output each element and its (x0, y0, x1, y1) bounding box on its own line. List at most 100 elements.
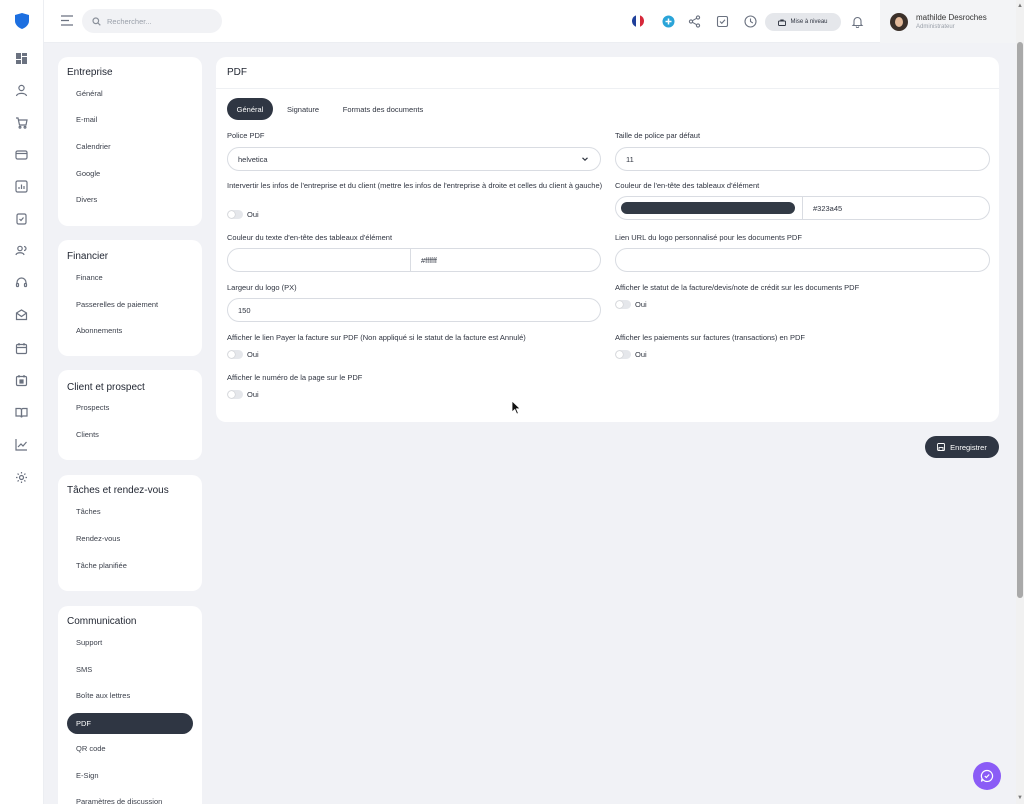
sidebar-item-abonnements[interactable]: Abonnements (67, 320, 193, 341)
sidebar-item-e-sign[interactable]: E-Sign (67, 765, 193, 786)
settings-group-client: Client et prospect Prospects Clients (58, 370, 202, 460)
sidebar-item-boite-aux-lettres[interactable]: Boîte aux lettres (67, 685, 193, 706)
mouse-cursor (511, 400, 521, 415)
sidebar-item-pdf[interactable]: PDF (67, 713, 193, 734)
sidebar-item-clients[interactable]: Clients (67, 424, 193, 445)
briefcase-icon (778, 19, 787, 26)
show-status-label: Afficher le statut de la facture/devis/n… (615, 283, 860, 292)
bell-icon[interactable] (849, 13, 865, 29)
tab-general[interactable]: Général (227, 98, 273, 120)
menu-icon[interactable] (60, 14, 74, 27)
plus-circle-icon[interactable] (660, 13, 676, 29)
chat-button[interactable] (973, 762, 1001, 790)
group-title-communication: Communication (67, 616, 137, 627)
show-payments-toggle-label: Oui (635, 350, 647, 359)
headset-icon[interactable] (14, 275, 29, 290)
logo-icon[interactable] (14, 12, 30, 30)
settings-group-entreprise: Entreprise Général E-mail Calendrier Goo… (58, 57, 202, 226)
table-header-color-label: Couleur de l'en-tête des tableaux d'élém… (615, 181, 760, 190)
show-pay-link-toggle[interactable] (227, 350, 243, 359)
sidebar-item-google[interactable]: Google (67, 163, 193, 184)
cart-icon[interactable] (14, 115, 29, 130)
show-pay-link-toggle-label: Oui (247, 350, 259, 359)
envelope-icon[interactable] (14, 307, 29, 322)
font-size-label: Taille de police par défaut (615, 131, 701, 140)
sidebar-item-divers[interactable]: Divers (67, 189, 193, 210)
users-icon[interactable] (14, 243, 29, 258)
sidebar-item-prospects[interactable]: Prospects (67, 397, 193, 418)
scroll-down-icon[interactable]: ▼ (1016, 794, 1024, 802)
checkbox-icon[interactable] (714, 13, 730, 29)
page-title: PDF (227, 67, 247, 78)
group-title-client: Client et prospect (67, 382, 145, 393)
show-page-number-label: Afficher le numéro de la page sur le PDF (227, 373, 363, 382)
book-icon[interactable] (14, 405, 29, 420)
swap-info-label: Intervertir les infos de l'entreprise et… (227, 181, 603, 190)
card-header: PDF (216, 57, 999, 89)
user-role: Administrateur (916, 24, 955, 30)
color-swatch[interactable] (621, 202, 795, 214)
top-bar: Mise à niveau mathilde Desroches Adminis… (44, 0, 1016, 43)
search-bar (82, 9, 222, 33)
group-title-entreprise: Entreprise (67, 67, 113, 78)
tab-formats-documents[interactable]: Formats des documents (334, 98, 432, 120)
logo-width-label: Largeur du logo (PX) (227, 283, 297, 292)
chart-icon[interactable] (14, 179, 29, 194)
show-payments-toggle[interactable] (615, 350, 631, 359)
show-payments-label: Afficher les paiements sur factures (tra… (615, 333, 805, 342)
user-icon[interactable] (14, 83, 29, 98)
user-profile[interactable]: mathilde Desroches Administrateur (880, 0, 1016, 43)
pdf-font-select[interactable]: helvetica (227, 147, 601, 171)
font-size-input[interactable]: 11 (615, 147, 990, 171)
calendar-icon[interactable] (14, 341, 29, 356)
calendar-check-icon[interactable] (14, 373, 29, 388)
show-page-number-toggle-label: Oui (247, 390, 259, 399)
sidebar-item-parametres-discussion[interactable]: Paramètres de discussion (67, 790, 193, 804)
scrollbar-thumb[interactable] (1017, 42, 1023, 598)
sidebar-item-email[interactable]: E-mail (67, 109, 193, 130)
save-button[interactable]: Enregistrer (925, 436, 999, 458)
sidebar-item-passerelles[interactable]: Passerelles de paiement (67, 294, 193, 315)
flag-fr-icon[interactable] (630, 13, 646, 29)
clipboard-icon[interactable] (14, 211, 29, 226)
user-name: mathilde Desroches (916, 13, 987, 22)
page-scrollbar[interactable]: ▲ ▼ (1016, 0, 1024, 804)
gear-icon[interactable] (14, 470, 29, 485)
sidebar-item-calendrier[interactable]: Calendrier (67, 136, 193, 157)
upgrade-button[interactable]: Mise à niveau (765, 13, 841, 31)
sidebar-item-rendez-vous[interactable]: Rendez-vous (67, 528, 193, 549)
text-color-swatch[interactable] (233, 254, 407, 266)
show-page-number-toggle[interactable] (227, 390, 243, 399)
swap-info-toggle[interactable] (227, 210, 243, 219)
sidebar-item-taches[interactable]: Tâches (67, 501, 193, 522)
table-header-color-input[interactable]: #323a45 (615, 196, 990, 220)
sidebar-item-support[interactable]: Support (67, 632, 193, 653)
show-status-toggle[interactable] (615, 300, 631, 309)
table-header-text-color-input[interactable]: #ffffff (227, 248, 601, 272)
sidebar-item-sms[interactable]: SMS (67, 659, 193, 680)
save-icon (937, 443, 946, 451)
pdf-font-value: helvetica (238, 154, 268, 164)
show-status-toggle-label: Oui (635, 300, 647, 309)
sidebar-item-qr-code[interactable]: QR code (67, 738, 193, 759)
font-size-value: 11 (626, 154, 634, 164)
logo-width-input[interactable]: 150 (227, 298, 601, 322)
search-input[interactable] (107, 16, 207, 26)
logo-url-label: Lien URL du logo personnalisé pour les d… (615, 233, 802, 242)
sidebar-item-general[interactable]: Général (67, 83, 193, 104)
group-title-taches: Tâches et rendez-vous (67, 485, 169, 496)
settings-group-communication: Communication Support SMS Boîte aux lett… (58, 606, 202, 804)
settings-group-financier: Financier Finance Passerelles de paiemen… (58, 240, 202, 356)
share-icon[interactable] (686, 13, 702, 29)
settings-group-taches: Tâches et rendez-vous Tâches Rendez-vous… (58, 475, 202, 591)
sidebar-item-tache-planifiee[interactable]: Tâche planifiée (67, 555, 193, 576)
scroll-up-icon[interactable]: ▲ (1016, 2, 1024, 10)
clock-icon[interactable] (742, 13, 758, 29)
logo-url-input[interactable] (615, 248, 990, 272)
sidebar-item-finance[interactable]: Finance (67, 267, 193, 288)
swap-info-toggle-label: Oui (247, 210, 259, 219)
trend-icon[interactable] (14, 437, 29, 452)
tab-signature[interactable]: Signature (278, 98, 328, 120)
dashboard-icon[interactable] (14, 51, 29, 66)
wallet-icon[interactable] (14, 147, 29, 162)
